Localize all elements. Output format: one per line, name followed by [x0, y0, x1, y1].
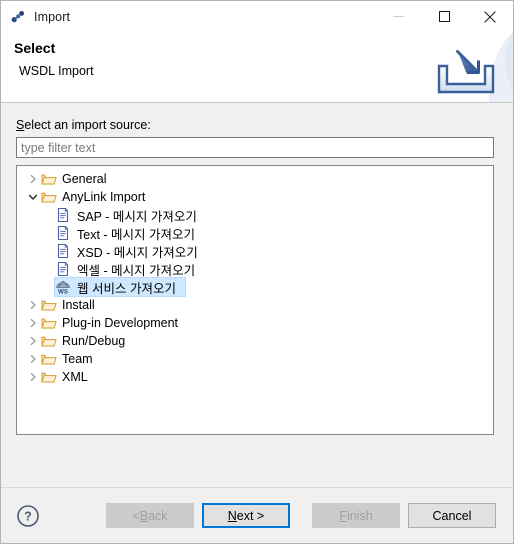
tree-item-label: XML [62, 370, 88, 384]
wizard-buttons: < Back Next > Finish Cancel [84, 503, 496, 528]
folder-icon [41, 189, 57, 205]
finish-button-post: inish [346, 508, 373, 523]
tree-item[interactable]: Run/Debug [17, 332, 493, 350]
help-question-icon: ? [17, 504, 39, 527]
close-icon[interactable] [467, 1, 513, 32]
tree-item[interactable]: WS 웹 서비스 가져오기 [17, 277, 493, 297]
document-icon [55, 243, 71, 259]
chevron-right-icon[interactable] [25, 296, 41, 314]
folder-icon [41, 171, 57, 187]
document-icon [55, 207, 71, 223]
cancel-button[interactable]: Cancel [408, 503, 496, 528]
tree-item-content: Team [41, 350, 102, 368]
maximize-icon[interactable] [421, 1, 467, 32]
back-button-pre: < [132, 508, 140, 523]
tree-item[interactable]: Plug-in Development [17, 314, 493, 332]
next-button-mnemonic: N [227, 508, 237, 523]
dialog-body: Select an import source: General AnyLink … [1, 103, 513, 487]
chevron-right-icon[interactable] [25, 332, 41, 350]
tree-item-label: Text - 메시지 가져오기 [77, 227, 196, 242]
tree-item[interactable]: Text - 메시지 가져오기 [17, 224, 493, 242]
tree-item-label: Run/Debug [62, 334, 126, 348]
tree-item[interactable]: AnyLink Import [17, 188, 493, 206]
folder-icon [41, 333, 57, 349]
finish-button[interactable]: Finish [312, 503, 400, 528]
cancel-button-post: Cancel [432, 508, 472, 523]
next-button-post: ext > [236, 508, 265, 523]
tree-item-label: 엑셀 - 메시지 가져오기 [77, 263, 196, 278]
import-dialog-window: Import Select WSDL Import Select an impo… [0, 0, 514, 544]
back-button[interactable]: < Back [106, 503, 194, 528]
folder-icon [41, 351, 57, 367]
tree-item[interactable]: SAP - 메시지 가져오기 [17, 206, 493, 224]
title-bar: Import [1, 1, 513, 32]
tree-item-label: AnyLink Import [62, 190, 146, 204]
tree-item-content: Plug-in Development [41, 314, 187, 332]
tree-item[interactable]: Team [17, 350, 493, 368]
tree-item-content: XML [41, 368, 97, 386]
tree-item-content: SAP - 메시지 가져오기 [55, 206, 206, 224]
next-button[interactable]: Next > [202, 503, 290, 528]
page-subtitle: WSDL Import [19, 64, 94, 78]
window-title: Import [34, 9, 71, 24]
back-button-post: ack [148, 508, 168, 523]
chevron-right-icon[interactable] [25, 314, 41, 332]
tree-item-content: Run/Debug [41, 332, 134, 350]
tree-item-label: SAP - 메시지 가져오기 [77, 209, 197, 224]
tree-item-label: XSD - 메시지 가져오기 [77, 245, 198, 260]
help-button[interactable]: ? [15, 503, 41, 529]
wizard-header: Select WSDL Import [1, 32, 513, 103]
tree-item[interactable]: XSD - 메시지 가져오기 [17, 242, 493, 260]
select-source-label-rest: elect an import source: [24, 118, 151, 132]
dialog-button-bar: ? < Back Next > Finish Cancel [1, 487, 513, 543]
window-controls [375, 1, 513, 32]
finish-button-mnemonic: F [339, 508, 347, 523]
folder-icon [41, 315, 57, 331]
import-source-tree[interactable]: General AnyLink Import SAP - 메시지 가져오기 Text … [16, 165, 494, 435]
tree-item-content: Text - 메시지 가져오기 [55, 224, 204, 242]
tree-item-content: Install [41, 296, 104, 314]
tree-item-content: General [41, 170, 115, 188]
tree-item[interactable]: General [17, 170, 493, 188]
tree-item-content: 엑셀 - 메시지 가져오기 [55, 260, 204, 278]
tree-item-label: 웹 서비스 가져오기 [77, 281, 176, 296]
folder-icon [41, 297, 57, 313]
chevron-right-icon[interactable] [25, 368, 41, 386]
tree-item[interactable]: XML [17, 368, 493, 386]
tree-item-content: AnyLink Import [41, 188, 154, 206]
tree-item[interactable]: Install [17, 296, 493, 314]
webservice-ws-icon: WS [55, 279, 71, 296]
tree-item-label: Team [62, 352, 93, 366]
document-icon [55, 225, 71, 241]
tree-item-label: General [62, 172, 107, 186]
chevron-right-icon[interactable] [25, 350, 41, 368]
minimize-icon[interactable] [375, 1, 421, 32]
import-tray-arrow-icon [437, 50, 495, 94]
tree-item-label: Install [62, 298, 95, 312]
import-link-icon [10, 9, 26, 25]
tree-item-label: Plug-in Development [62, 316, 179, 330]
back-button-mnemonic: B [139, 508, 149, 523]
tree-item[interactable]: 엑셀 - 메시지 가져오기 [17, 260, 493, 278]
tree-item-content: XSD - 메시지 가져오기 [55, 242, 207, 260]
filter-input[interactable] [16, 137, 494, 158]
chevron-right-icon[interactable] [25, 170, 41, 188]
page-title: Select [14, 40, 56, 56]
select-source-label: Select an import source: [16, 118, 151, 132]
svg-text:WS: WS [58, 289, 68, 295]
svg-text:?: ? [24, 509, 32, 523]
document-icon [55, 261, 71, 277]
tree-item-content: WS 웹 서비스 가져오기 [54, 277, 186, 297]
chevron-down-icon[interactable] [25, 188, 41, 206]
folder-icon [41, 369, 57, 385]
